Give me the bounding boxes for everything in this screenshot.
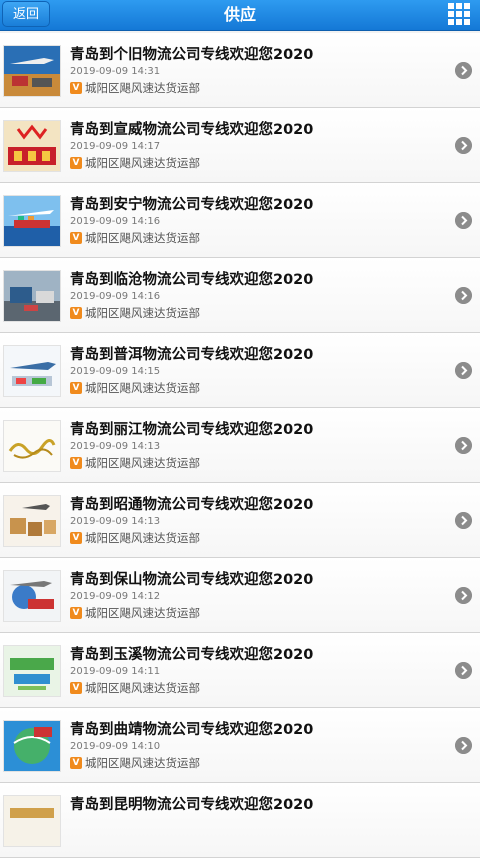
list-item[interactable]: 青岛到宣威物流公司专线欢迎您2020 2019-09-09 14:17 V 城阳… [0, 108, 480, 183]
item-company: V 城阳区飓风速达货运部 [70, 531, 200, 545]
item-date: 2019-09-09 14:12 [70, 591, 161, 602]
thumbnail-image [3, 495, 61, 547]
item-company: V 城阳区飓风速达货运部 [70, 306, 200, 320]
thumbnail-image [3, 195, 61, 247]
verified-badge: V [70, 382, 82, 394]
item-title: 青岛到临沧物流公司专线欢迎您2020 [70, 272, 314, 288]
thumbnail-image [3, 570, 61, 622]
item-title: 青岛到普洱物流公司专线欢迎您2020 [70, 347, 314, 363]
chevron-right-icon[interactable] [455, 212, 472, 229]
list-item[interactable]: 青岛到昭通物流公司专线欢迎您2020 2019-09-09 14:13 V 城阳… [0, 483, 480, 558]
back-button[interactable]: 返回 [2, 1, 50, 27]
item-date: 2019-09-09 14:13 [70, 441, 161, 452]
list-item[interactable]: 青岛到玉溪物流公司专线欢迎您2020 2019-09-09 14:11 V 城阳… [0, 633, 480, 708]
item-title: 青岛到丽江物流公司专线欢迎您2020 [70, 422, 314, 438]
chevron-right-icon[interactable] [455, 662, 472, 679]
item-company: V 城阳区飓风速达货运部 [70, 231, 200, 245]
company-name: 城阳区飓风速达货运部 [85, 756, 200, 770]
list-item[interactable]: 青岛到昆明物流公司专线欢迎您2020 [0, 783, 480, 858]
verified-badge: V [70, 307, 82, 319]
page-title: 供应 [223, 5, 256, 24]
list-item[interactable]: 青岛到曲靖物流公司专线欢迎您2020 2019-09-09 14:10 V 城阳… [0, 708, 480, 783]
chevron-right-icon[interactable] [455, 362, 472, 379]
list-item[interactable]: 青岛到临沧物流公司专线欢迎您2020 2019-09-09 14:16 V 城阳… [0, 258, 480, 333]
item-company: V 城阳区飓风速达货运部 [70, 381, 200, 395]
item-title: 青岛到昭通物流公司专线欢迎您2020 [70, 497, 314, 513]
company-name: 城阳区飓风速达货运部 [85, 231, 200, 245]
verified-badge: V [70, 757, 82, 769]
thumbnail-image [3, 45, 61, 97]
item-date: 2019-09-09 14:17 [70, 141, 161, 152]
chevron-right-icon[interactable] [455, 512, 472, 529]
item-title: 青岛到昆明物流公司专线欢迎您2020 [70, 797, 314, 813]
company-name: 城阳区飓风速达货运部 [85, 531, 200, 545]
verified-badge: V [70, 157, 82, 169]
item-date: 2019-09-09 14:11 [70, 666, 161, 677]
list-item[interactable]: 青岛到保山物流公司专线欢迎您2020 2019-09-09 14:12 V 城阳… [0, 558, 480, 633]
list-item[interactable]: 青岛到安宁物流公司专线欢迎您2020 2019-09-09 14:16 V 城阳… [0, 183, 480, 258]
grid-icon[interactable] [448, 3, 470, 25]
item-date: 2019-09-09 14:15 [70, 366, 161, 377]
chevron-right-icon[interactable] [455, 437, 472, 454]
company-name: 城阳区飓风速达货运部 [85, 606, 200, 620]
list-item[interactable]: 青岛到普洱物流公司专线欢迎您2020 2019-09-09 14:15 V 城阳… [0, 333, 480, 408]
verified-badge: V [70, 82, 82, 94]
item-title: 青岛到个旧物流公司专线欢迎您2020 [70, 47, 314, 63]
top-bar: 返回 供应 [0, 0, 480, 31]
item-date: 2019-09-09 14:31 [70, 66, 161, 77]
company-name: 城阳区飓风速达货运部 [85, 681, 200, 695]
item-title: 青岛到宣威物流公司专线欢迎您2020 [70, 122, 314, 138]
item-title: 青岛到曲靖物流公司专线欢迎您2020 [70, 722, 314, 738]
chevron-right-icon[interactable] [455, 737, 472, 754]
company-name: 城阳区飓风速达货运部 [85, 381, 200, 395]
item-title: 青岛到保山物流公司专线欢迎您2020 [70, 572, 314, 588]
company-name: 城阳区飓风速达货运部 [85, 156, 200, 170]
chevron-right-icon[interactable] [455, 587, 472, 604]
thumbnail-image [3, 270, 61, 322]
item-company: V 城阳区飓风速达货运部 [70, 606, 200, 620]
item-company: V 城阳区飓风速达货运部 [70, 681, 200, 695]
item-date: 2019-09-09 14:16 [70, 291, 161, 302]
thumbnail-image [3, 645, 61, 697]
item-title: 青岛到安宁物流公司专线欢迎您2020 [70, 197, 314, 213]
item-company: V 城阳区飓风速达货运部 [70, 456, 200, 470]
item-company: V 城阳区飓风速达货运部 [70, 156, 200, 170]
thumbnail-image [3, 795, 61, 847]
verified-badge: V [70, 532, 82, 544]
item-date: 2019-09-09 14:10 [70, 741, 161, 752]
thumbnail-image [3, 720, 61, 772]
verified-badge: V [70, 607, 82, 619]
company-name: 城阳区飓风速达货运部 [85, 306, 200, 320]
item-date: 2019-09-09 14:16 [70, 216, 161, 227]
verified-badge: V [70, 682, 82, 694]
verified-badge: V [70, 232, 82, 244]
item-title: 青岛到玉溪物流公司专线欢迎您2020 [70, 647, 314, 663]
item-company: V 城阳区飓风速达货运部 [70, 756, 200, 770]
thumbnail-image [3, 420, 61, 472]
company-name: 城阳区飓风速达货运部 [85, 456, 200, 470]
thumbnail-image [3, 120, 61, 172]
company-name: 城阳区飓风速达货运部 [85, 81, 200, 95]
chevron-right-icon[interactable] [455, 137, 472, 154]
supply-list: 青岛到个旧物流公司专线欢迎您2020 2019-09-09 14:31 V 城阳… [0, 33, 480, 858]
list-item[interactable]: 青岛到丽江物流公司专线欢迎您2020 2019-09-09 14:13 V 城阳… [0, 408, 480, 483]
item-date: 2019-09-09 14:13 [70, 516, 161, 527]
thumbnail-image [3, 345, 61, 397]
list-item[interactable]: 青岛到个旧物流公司专线欢迎您2020 2019-09-09 14:31 V 城阳… [0, 33, 480, 108]
verified-badge: V [70, 457, 82, 469]
chevron-right-icon[interactable] [455, 287, 472, 304]
item-company: V 城阳区飓风速达货运部 [70, 81, 200, 95]
chevron-right-icon[interactable] [455, 62, 472, 79]
